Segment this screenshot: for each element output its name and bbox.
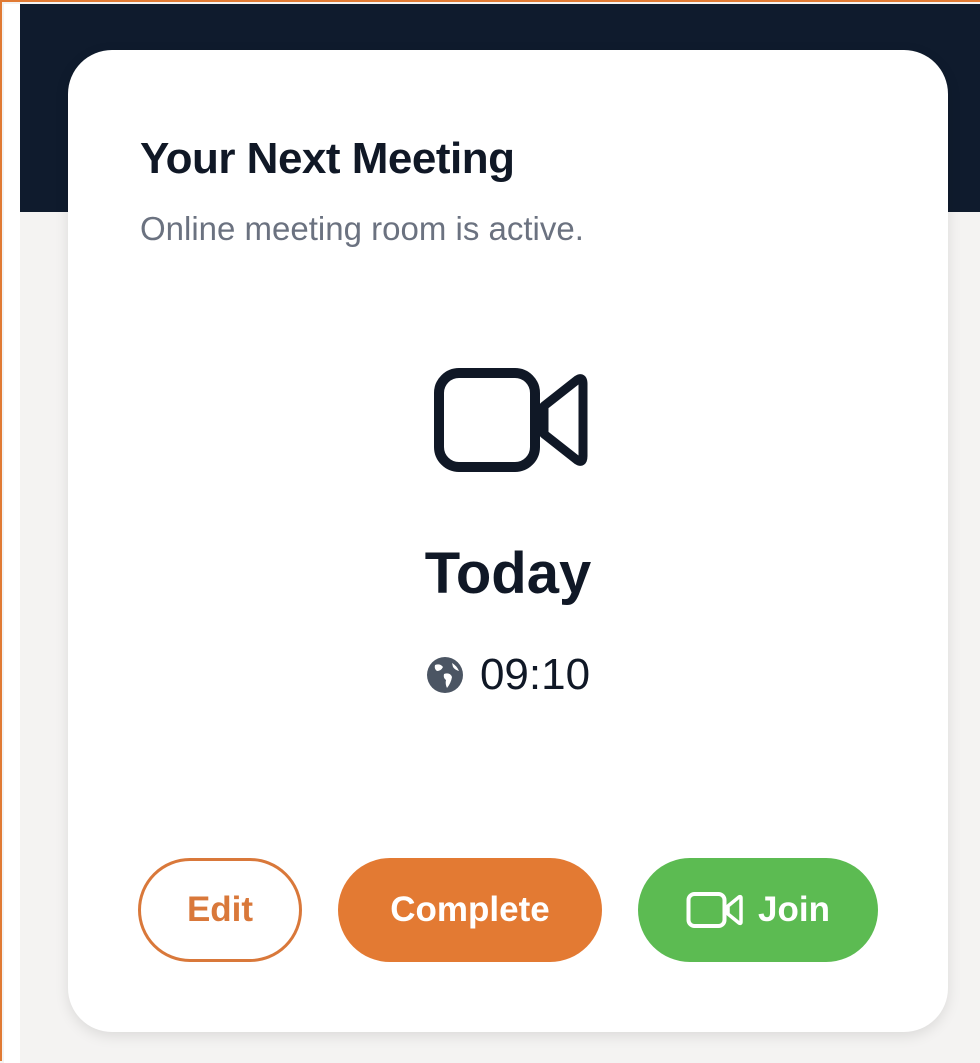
meeting-day: Today	[424, 541, 592, 606]
join-button-label: Join	[758, 890, 830, 929]
left-gutter	[4, 4, 20, 1063]
card-subtitle: Online meeting room is active.	[140, 210, 584, 247]
edit-button-label: Edit	[186, 890, 254, 929]
edit-button[interactable]: Edit	[138, 858, 302, 962]
globe-icon	[426, 657, 463, 693]
video-camera-icon	[434, 368, 588, 472]
meeting-time: 09:10	[479, 650, 591, 699]
complete-button-label: Complete	[390, 890, 550, 929]
next-meeting-card: Your Next Meeting Online meeting room is…	[68, 50, 948, 1032]
card-title: Your Next Meeting	[140, 134, 515, 183]
complete-button[interactable]: Complete	[338, 858, 602, 962]
join-button[interactable]: Join	[638, 858, 878, 962]
video-camera-icon	[686, 892, 743, 928]
page-frame: Your Next Meeting Online meeting room is…	[0, 0, 980, 1063]
meeting-time-row: 09:10	[68, 650, 948, 700]
